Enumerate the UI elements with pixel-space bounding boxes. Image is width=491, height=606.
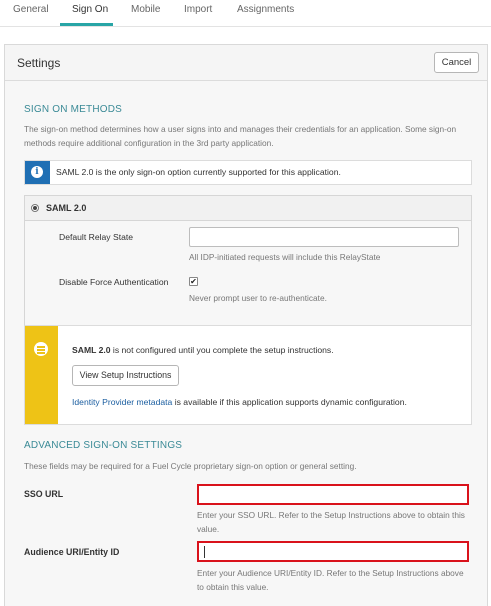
list-icon	[34, 342, 48, 356]
sign-on-methods-heading: SIGN ON METHODS	[24, 104, 123, 115]
cancel-button[interactable]: Cancel	[434, 52, 479, 73]
sign-on-methods-description: The sign-on method determines how a user…	[24, 124, 457, 148]
metadata-line-suffix: is available if this application support…	[172, 397, 407, 407]
saml-option-label: SAML 2.0	[46, 203, 87, 213]
text-caret	[204, 546, 205, 558]
audience-uri-input[interactable]	[197, 541, 469, 562]
default-relay-state-hint: All IDP-initiated requests will include …	[189, 252, 381, 262]
audience-uri-label: Audience URI/Entity ID	[24, 547, 120, 557]
metadata-line: Identity Provider metadata is available …	[72, 397, 407, 407]
saml-radio-button[interactable]	[31, 204, 39, 212]
saml-info-banner: i SAML 2.0 is the only sign-on option cu…	[24, 160, 472, 185]
active-tab-indicator	[60, 23, 113, 26]
info-icon: i	[31, 166, 43, 178]
sso-url-label: SSO URL	[24, 489, 64, 499]
tab-general[interactable]: General	[13, 4, 49, 15]
tab-bar: General Sign On Mobile Import Assignment…	[0, 0, 491, 27]
view-setup-instructions-button[interactable]: View Setup Instructions	[72, 365, 179, 386]
warning-stripe	[25, 326, 58, 424]
saml-option-header[interactable]: SAML 2.0	[25, 196, 471, 221]
audience-uri-hint: Enter your Audience URI/Entity ID. Refer…	[197, 568, 464, 592]
disable-force-auth-checkbox[interactable]: ✔	[189, 277, 198, 286]
advanced-settings-heading: ADVANCED SIGN-ON SETTINGS	[24, 440, 183, 451]
tab-import[interactable]: Import	[184, 4, 212, 15]
default-relay-state-label: Default Relay State	[59, 232, 134, 242]
settings-title: Settings	[17, 56, 61, 70]
settings-header: Settings Cancel	[5, 45, 487, 81]
default-relay-state-input[interactable]	[189, 227, 459, 247]
disable-force-auth-hint: Never prompt user to re-authenticate.	[189, 293, 327, 303]
tab-sign-on[interactable]: Sign On	[72, 4, 108, 15]
disable-force-auth-label: Disable Force Authentication	[59, 277, 169, 287]
advanced-settings-description: These fields may be required for a Fuel …	[24, 461, 357, 471]
tab-assignments[interactable]: Assignments	[237, 4, 294, 15]
setup-notice-message: is not configured until you complete the…	[110, 345, 334, 355]
setup-notice-text: SAML 2.0 is not configured until you com…	[72, 345, 334, 355]
setup-notice: SAML 2.0 is not configured until you com…	[24, 325, 472, 425]
sso-url-hint: Enter your SSO URL. Refer to the Setup I…	[197, 510, 465, 534]
info-stripe: i	[25, 161, 50, 184]
sso-url-input[interactable]	[197, 484, 469, 505]
settings-panel: Settings Cancel SIGN ON METHODS The sign…	[4, 44, 488, 606]
tab-mobile[interactable]: Mobile	[131, 4, 160, 15]
info-banner-text: SAML 2.0 is the only sign-on option curr…	[56, 167, 341, 177]
identity-provider-metadata-link[interactable]: Identity Provider metadata	[72, 397, 172, 407]
setup-notice-bold: SAML 2.0	[72, 345, 111, 355]
